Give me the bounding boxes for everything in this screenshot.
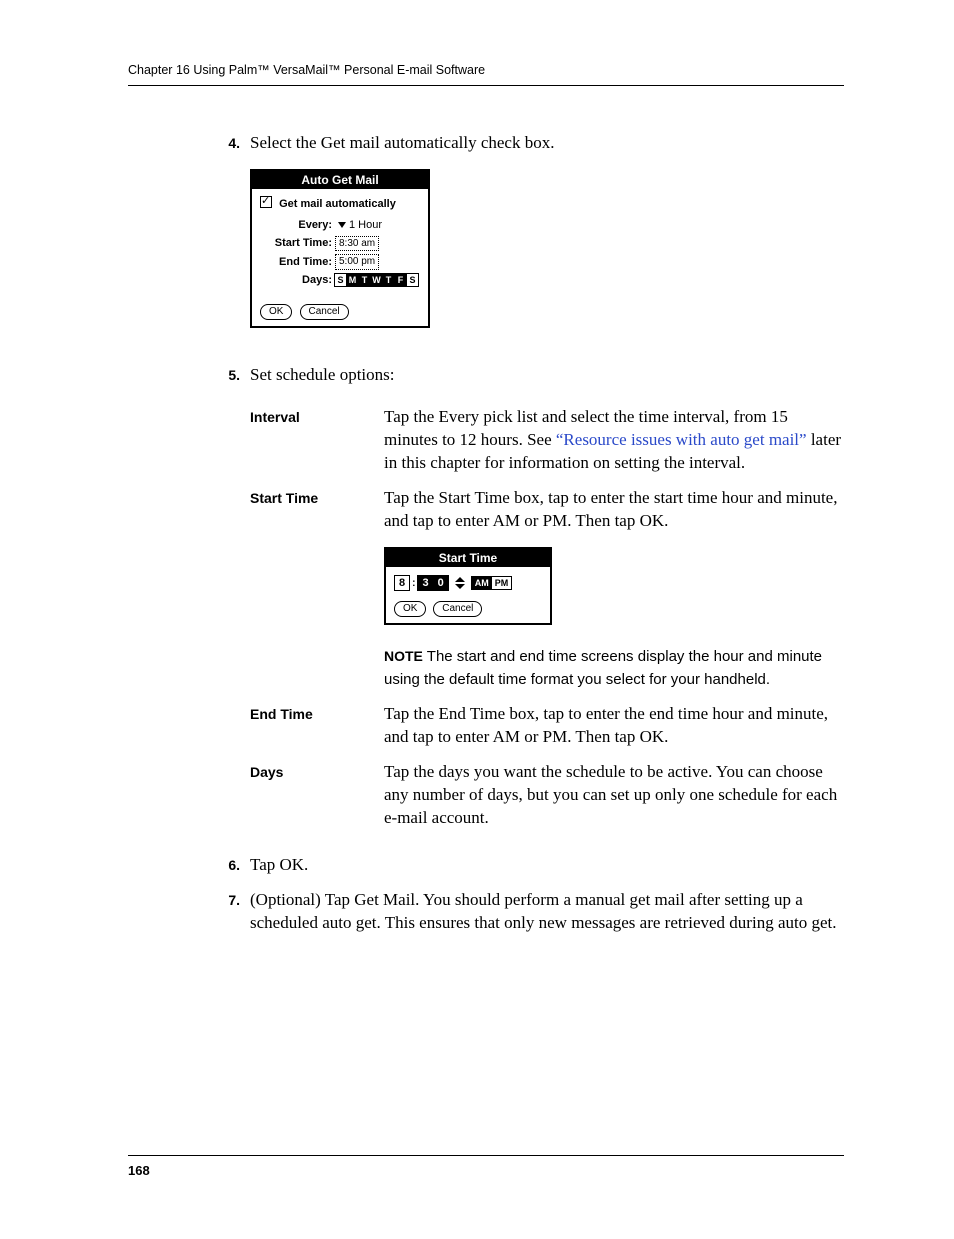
ok-button[interactable]: OK	[260, 304, 292, 320]
step-text: Set schedule options:	[250, 364, 844, 387]
days-label: Days	[250, 761, 384, 830]
days-text: Tap the days you want the schedule to be…	[384, 761, 844, 830]
option-days: Days Tap the days you want the schedule …	[250, 761, 844, 830]
spinner[interactable]	[455, 577, 465, 589]
resource-issues-link[interactable]: “Resource issues with auto get mail”	[556, 430, 807, 449]
every-label: Every:	[260, 218, 332, 233]
step-number: 7.	[128, 889, 250, 935]
end-time-label: End Time:	[260, 255, 332, 270]
am-button[interactable]: AM	[472, 577, 492, 589]
option-start-time: Start Time Tap the Start Time box, tap t…	[250, 487, 844, 691]
ok-button[interactable]: OK	[394, 601, 426, 617]
option-end-time: End Time Tap the End Time box, tap to en…	[250, 703, 844, 749]
min-tens-field[interactable]: 3	[417, 575, 433, 591]
dialog-title: Auto Get Mail	[252, 171, 428, 189]
interval-label: Interval	[250, 406, 384, 475]
every-value[interactable]: 1 Hour	[349, 218, 382, 233]
note-block: NOTE The start and end time screens disp…	[384, 645, 844, 691]
start-time-dialog: Start Time 8 : 3 0	[384, 547, 552, 625]
end-time-text: Tap the End Time box, tap to enter the e…	[384, 703, 844, 749]
min-ones-field[interactable]: 0	[433, 575, 449, 591]
step-6: 6. Tap OK.	[128, 854, 844, 877]
auto-get-mail-dialog: Auto Get Mail Get mail automatically Eve…	[250, 169, 430, 328]
start-time-text: Tap the Start Time box, tap to enter the…	[384, 487, 844, 533]
colon: :	[412, 577, 415, 591]
step-text: Select the Get mail automatically check …	[250, 132, 844, 155]
interval-text: Tap the Every pick list and select the t…	[384, 406, 844, 475]
chevron-down-icon[interactable]	[338, 222, 346, 228]
note-text: The start and end time screens display t…	[384, 648, 822, 688]
ampm-toggle[interactable]: AM PM	[471, 576, 513, 590]
dialog-title: Start Time	[386, 549, 550, 567]
step-5: 5. Set schedule options: Interval Tap th…	[128, 364, 844, 842]
pm-button[interactable]: PM	[492, 577, 512, 589]
step-number: 5.	[128, 364, 250, 842]
checkbox-get-mail[interactable]	[260, 196, 272, 208]
arrow-up-icon[interactable]	[455, 577, 465, 582]
step-text: Tap OK.	[250, 854, 844, 877]
cancel-button[interactable]: Cancel	[300, 304, 349, 320]
step-7: 7. (Optional) Tap Get Mail. You should p…	[128, 889, 844, 935]
start-time-label: Start Time	[250, 487, 384, 691]
page-number: 168	[128, 1155, 844, 1180]
option-interval: Interval Tap the Every pick list and sel…	[250, 406, 844, 475]
checkbox-label: Get mail automatically	[279, 198, 396, 210]
days-selector[interactable]: S M T W T F S	[335, 273, 419, 287]
cancel-button[interactable]: Cancel	[433, 601, 482, 617]
step-number: 6.	[128, 854, 250, 877]
day-s2[interactable]: S	[406, 273, 419, 287]
days-label: Days:	[260, 273, 332, 288]
end-time-field[interactable]: 5:00 pm	[335, 254, 379, 270]
end-time-label: End Time	[250, 703, 384, 749]
hour-field[interactable]: 8	[394, 575, 410, 591]
step-4: 4. Select the Get mail automatically che…	[128, 132, 844, 352]
start-time-label: Start Time:	[260, 236, 332, 251]
arrow-down-icon[interactable]	[455, 584, 465, 589]
note-label: NOTE	[384, 648, 423, 664]
step-number: 4.	[128, 132, 250, 352]
running-header: Chapter 16 Using Palm™ VersaMail™ Person…	[128, 62, 844, 86]
step-text: (Optional) Tap Get Mail. You should perf…	[250, 889, 844, 935]
start-time-field[interactable]: 8:30 am	[335, 236, 379, 252]
